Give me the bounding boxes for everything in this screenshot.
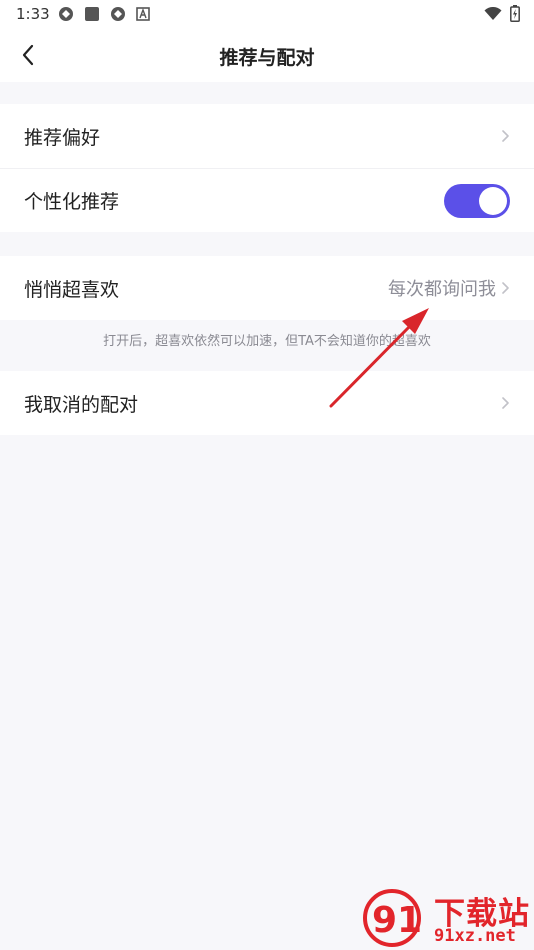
status-icons-left (58, 6, 150, 22)
watermark-logo-icon: 91 (363, 889, 422, 947)
sync-icon (59, 7, 73, 21)
status-bar: 1:33 (0, 0, 534, 28)
wifi-icon (484, 6, 502, 20)
status-icons-right (484, 5, 520, 22)
app-square-icon (85, 7, 99, 21)
font-a-icon (136, 7, 150, 21)
personalized-recommend-toggle[interactable] (444, 183, 510, 218)
watermark-url: 91xz.net (434, 926, 516, 946)
nav-bar: 推荐与配对 (0, 28, 534, 82)
secret-superlike-note: 打开后，超喜欢依然可以加速，但TA不会知道你的超喜欢 (103, 334, 431, 349)
row-right (500, 128, 510, 144)
chevron-right-icon (500, 280, 510, 296)
settings-group-recommend: 推荐偏好 个性化推荐 (0, 104, 534, 232)
settings-group-superlike: 悄悄超喜欢 每次都询问我 (0, 256, 534, 320)
settings-group-matches: 我取消的配对 (0, 371, 534, 435)
row-right: 每次都询问我 (388, 275, 510, 301)
svg-text:91: 91 (372, 900, 422, 941)
row-right (444, 183, 510, 218)
sync-icon (111, 7, 125, 21)
personalized-recommend-row: 个性化推荐 (0, 168, 534, 232)
status-time: 1:33 (16, 5, 50, 23)
secret-superlike-row[interactable]: 悄悄超喜欢 每次都询问我 (0, 256, 534, 320)
page-title: 推荐与配对 (219, 47, 315, 69)
watermark: 91 下载站 91xz.net (362, 886, 534, 950)
chevron-right-icon (500, 128, 510, 144)
personalized-recommend-label: 个性化推荐 (24, 191, 120, 213)
secret-superlike-label: 悄悄超喜欢 (24, 278, 120, 301)
cancelled-matches-row[interactable]: 我取消的配对 (0, 371, 534, 435)
recommend-preference-row[interactable]: 推荐偏好 (0, 104, 534, 168)
recommend-preference-label: 推荐偏好 (24, 126, 101, 149)
secret-superlike-value: 每次都询问我 (388, 279, 496, 300)
battery-charging-icon (510, 5, 520, 22)
chevron-right-icon (500, 395, 510, 411)
row-right (500, 395, 510, 411)
toggle-knob (479, 186, 507, 215)
cancelled-matches-label: 我取消的配对 (24, 393, 139, 416)
